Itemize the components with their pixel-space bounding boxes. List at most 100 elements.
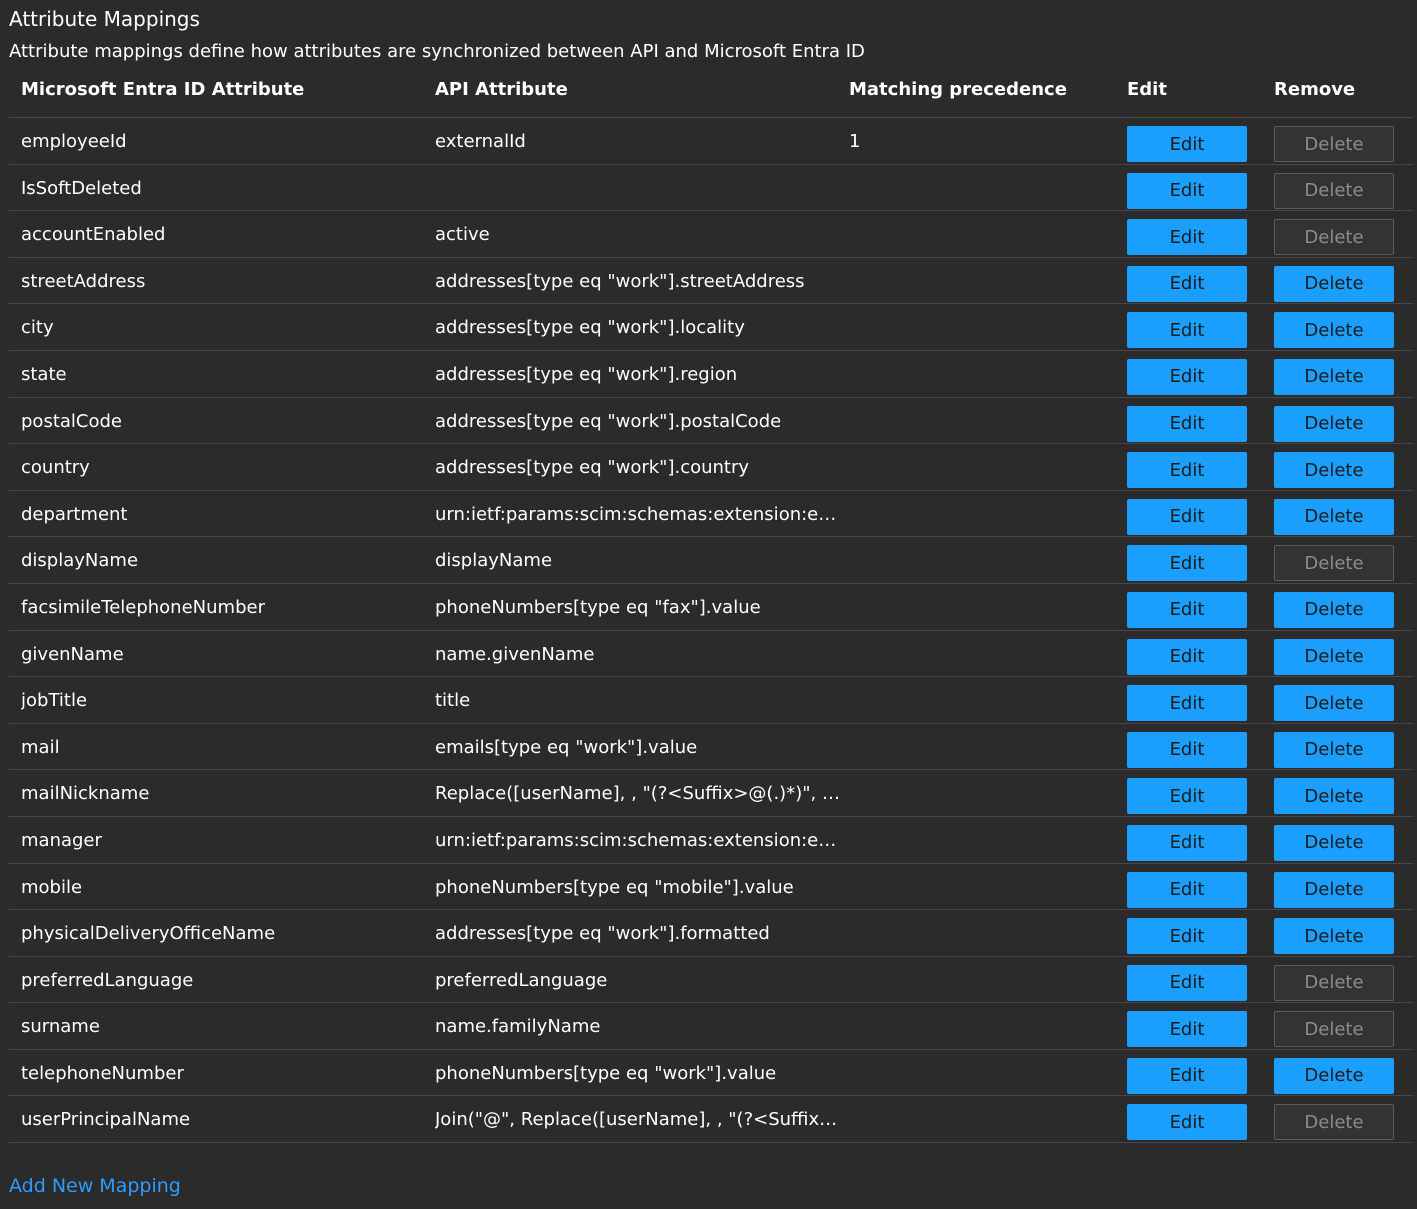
delete-button[interactable]: Delete [1274,731,1394,768]
entra-attribute-cell: accountEnabled [21,224,166,246]
api-attribute-cell: active [435,224,490,246]
delete-button[interactable]: Delete [1274,312,1394,349]
api-attribute-cell: phoneNumbers[type eq "work"].value [435,1062,777,1084]
entra-attribute-cell: userPrincipalName [21,1109,191,1131]
entra-attribute-cell: department [21,503,128,525]
column-header-edit: Edit [1127,79,1167,100]
delete-button[interactable]: Delete [1274,964,1394,1001]
delete-button[interactable]: Delete [1274,219,1394,256]
api-attribute-cell: preferredLanguage [435,969,608,991]
entra-attribute-cell: mail [21,736,60,758]
edit-button[interactable]: Edit [1127,1104,1247,1141]
page-title: Attribute Mappings [9,7,200,31]
entra-attribute-cell: physicalDeliveryOfficeName [21,923,276,945]
table-row: jobTitle title Edit Delete [9,677,1413,724]
table-row: postalCode addresses[type eq "work"].post… [9,398,1413,445]
edit-button[interactable]: Edit [1127,358,1247,395]
edit-button[interactable]: Edit [1127,498,1247,535]
delete-button[interactable]: Delete [1274,265,1394,302]
delete-button[interactable]: Delete [1274,126,1394,162]
delete-button[interactable]: Delete [1274,591,1394,628]
delete-button[interactable]: Delete [1274,498,1394,535]
table-row: mailNickname Replace([userName], , "(?<Su… [9,770,1413,817]
api-attribute-cell: phoneNumbers[type eq "mobile"].value [435,876,794,898]
delete-button[interactable]: Delete [1274,685,1394,722]
edit-button[interactable]: Edit [1127,964,1247,1001]
api-attribute-cell: name.familyName [435,1016,601,1038]
page-description: Attribute mappings define how attributes… [9,41,865,62]
delete-button[interactable]: Delete [1274,638,1394,675]
delete-button[interactable]: Delete [1274,778,1394,815]
table-row: userPrincipalName Join("@", Replace([user… [9,1096,1413,1144]
column-header-entra-attribute: Microsoft Entra ID Attribute [21,79,305,100]
add-new-mapping-link[interactable]: Add New Mapping [9,1175,181,1197]
table-row: country addresses[type eq "work"].country… [9,444,1413,491]
edit-button[interactable]: Edit [1127,824,1247,861]
table-row: IsSoftDeleted Edit Delete [9,165,1413,212]
edit-button[interactable]: Edit [1127,871,1247,908]
entra-attribute-cell: state [21,363,67,385]
edit-button[interactable]: Edit [1127,172,1247,209]
delete-button[interactable]: Delete [1274,172,1394,209]
delete-button[interactable]: Delete [1274,1104,1394,1141]
table-row: mail emails[type eq "work"].value Edit Dele… [9,724,1413,771]
entra-attribute-cell: employeeId [21,131,127,152]
entra-attribute-cell: mailNickname [21,783,150,805]
edit-button[interactable]: Edit [1127,591,1247,628]
table-row: department urn:ietf:params:scim:schemas:e… [9,491,1413,538]
edit-button[interactable]: Edit [1127,685,1247,722]
delete-button[interactable]: Delete [1274,1057,1394,1094]
api-attribute-cell: addresses[type eq "work"].streetAddress [435,270,805,292]
entra-attribute-cell: preferredLanguage [21,969,194,991]
delete-button[interactable]: Delete [1274,871,1394,908]
column-header-api-attribute: API Attribute [435,79,568,100]
edit-button[interactable]: Edit [1127,126,1247,162]
delete-button[interactable]: Delete [1274,358,1394,395]
table-row: telephoneNumber phoneNumbers[type eq "wor… [9,1050,1413,1097]
entra-attribute-cell: manager [21,829,102,851]
table-row: preferredLanguage preferredLanguage Edit De… [9,957,1413,1004]
edit-button[interactable]: Edit [1127,1057,1247,1094]
api-attribute-cell: emails[type eq "work"].value [435,736,698,758]
table-row: surname name.familyName Edit Delete [9,1003,1413,1050]
delete-button[interactable]: Delete [1274,918,1394,955]
table-row: manager urn:ietf:params:scim:schemas:exte… [9,817,1413,864]
api-attribute-cell: displayName [435,550,553,572]
edit-button[interactable]: Edit [1127,312,1247,349]
edit-button[interactable]: Edit [1127,918,1247,955]
delete-button[interactable]: Delete [1274,545,1394,582]
api-attribute-cell: phoneNumbers[type eq "fax"].value [435,596,761,618]
edit-button[interactable]: Edit [1127,1011,1247,1048]
edit-button[interactable]: Edit [1127,731,1247,768]
edit-button[interactable]: Edit [1127,778,1247,815]
table-row: mobile phoneNumbers[type eq "mobile"].val… [9,864,1413,911]
entra-attribute-cell: country [21,457,90,479]
delete-button[interactable]: Delete [1274,405,1394,442]
api-attribute-cell: addresses[type eq "work"].country [435,457,750,479]
column-header-matching-precedence: Matching precedence [849,79,1067,100]
api-attribute-cell: externalId [435,131,526,152]
edit-button[interactable]: Edit [1127,405,1247,442]
api-attribute-cell: Join("@", Replace([userName], , "(?<Suff… [435,1109,845,1131]
table-body: employeeId externalId 1 Edit Delete IsSoftDel… [9,118,1413,1144]
edit-button[interactable]: Edit [1127,452,1247,489]
table-row: city addresses[type eq "work"].locality Ed… [9,304,1413,351]
delete-button[interactable]: Delete [1274,824,1394,861]
entra-attribute-cell: postalCode [21,410,122,432]
table-row: physicalDeliveryOfficeName addresses[type… [9,910,1413,957]
api-attribute-cell: title [435,690,471,712]
edit-button[interactable]: Edit [1127,545,1247,582]
delete-button[interactable]: Delete [1274,452,1394,489]
table-row: displayName displayName Edit Delete [9,537,1413,584]
column-header-remove: Remove [1274,79,1356,100]
edit-button[interactable]: Edit [1127,219,1247,256]
api-attribute-cell: name.givenName [435,643,595,665]
delete-button[interactable]: Delete [1274,1011,1394,1048]
table-row: employeeId externalId 1 Edit Delete [9,118,1413,165]
entra-attribute-cell: IsSoftDeleted [21,177,142,199]
edit-button[interactable]: Edit [1127,638,1247,675]
api-attribute-cell: urn:ietf:params:scim:schemas:extension:e… [435,829,845,851]
edit-button[interactable]: Edit [1127,265,1247,302]
table-row: state addresses[type eq "work"].region Edi… [9,351,1413,398]
entra-attribute-cell: streetAddress [21,270,146,292]
